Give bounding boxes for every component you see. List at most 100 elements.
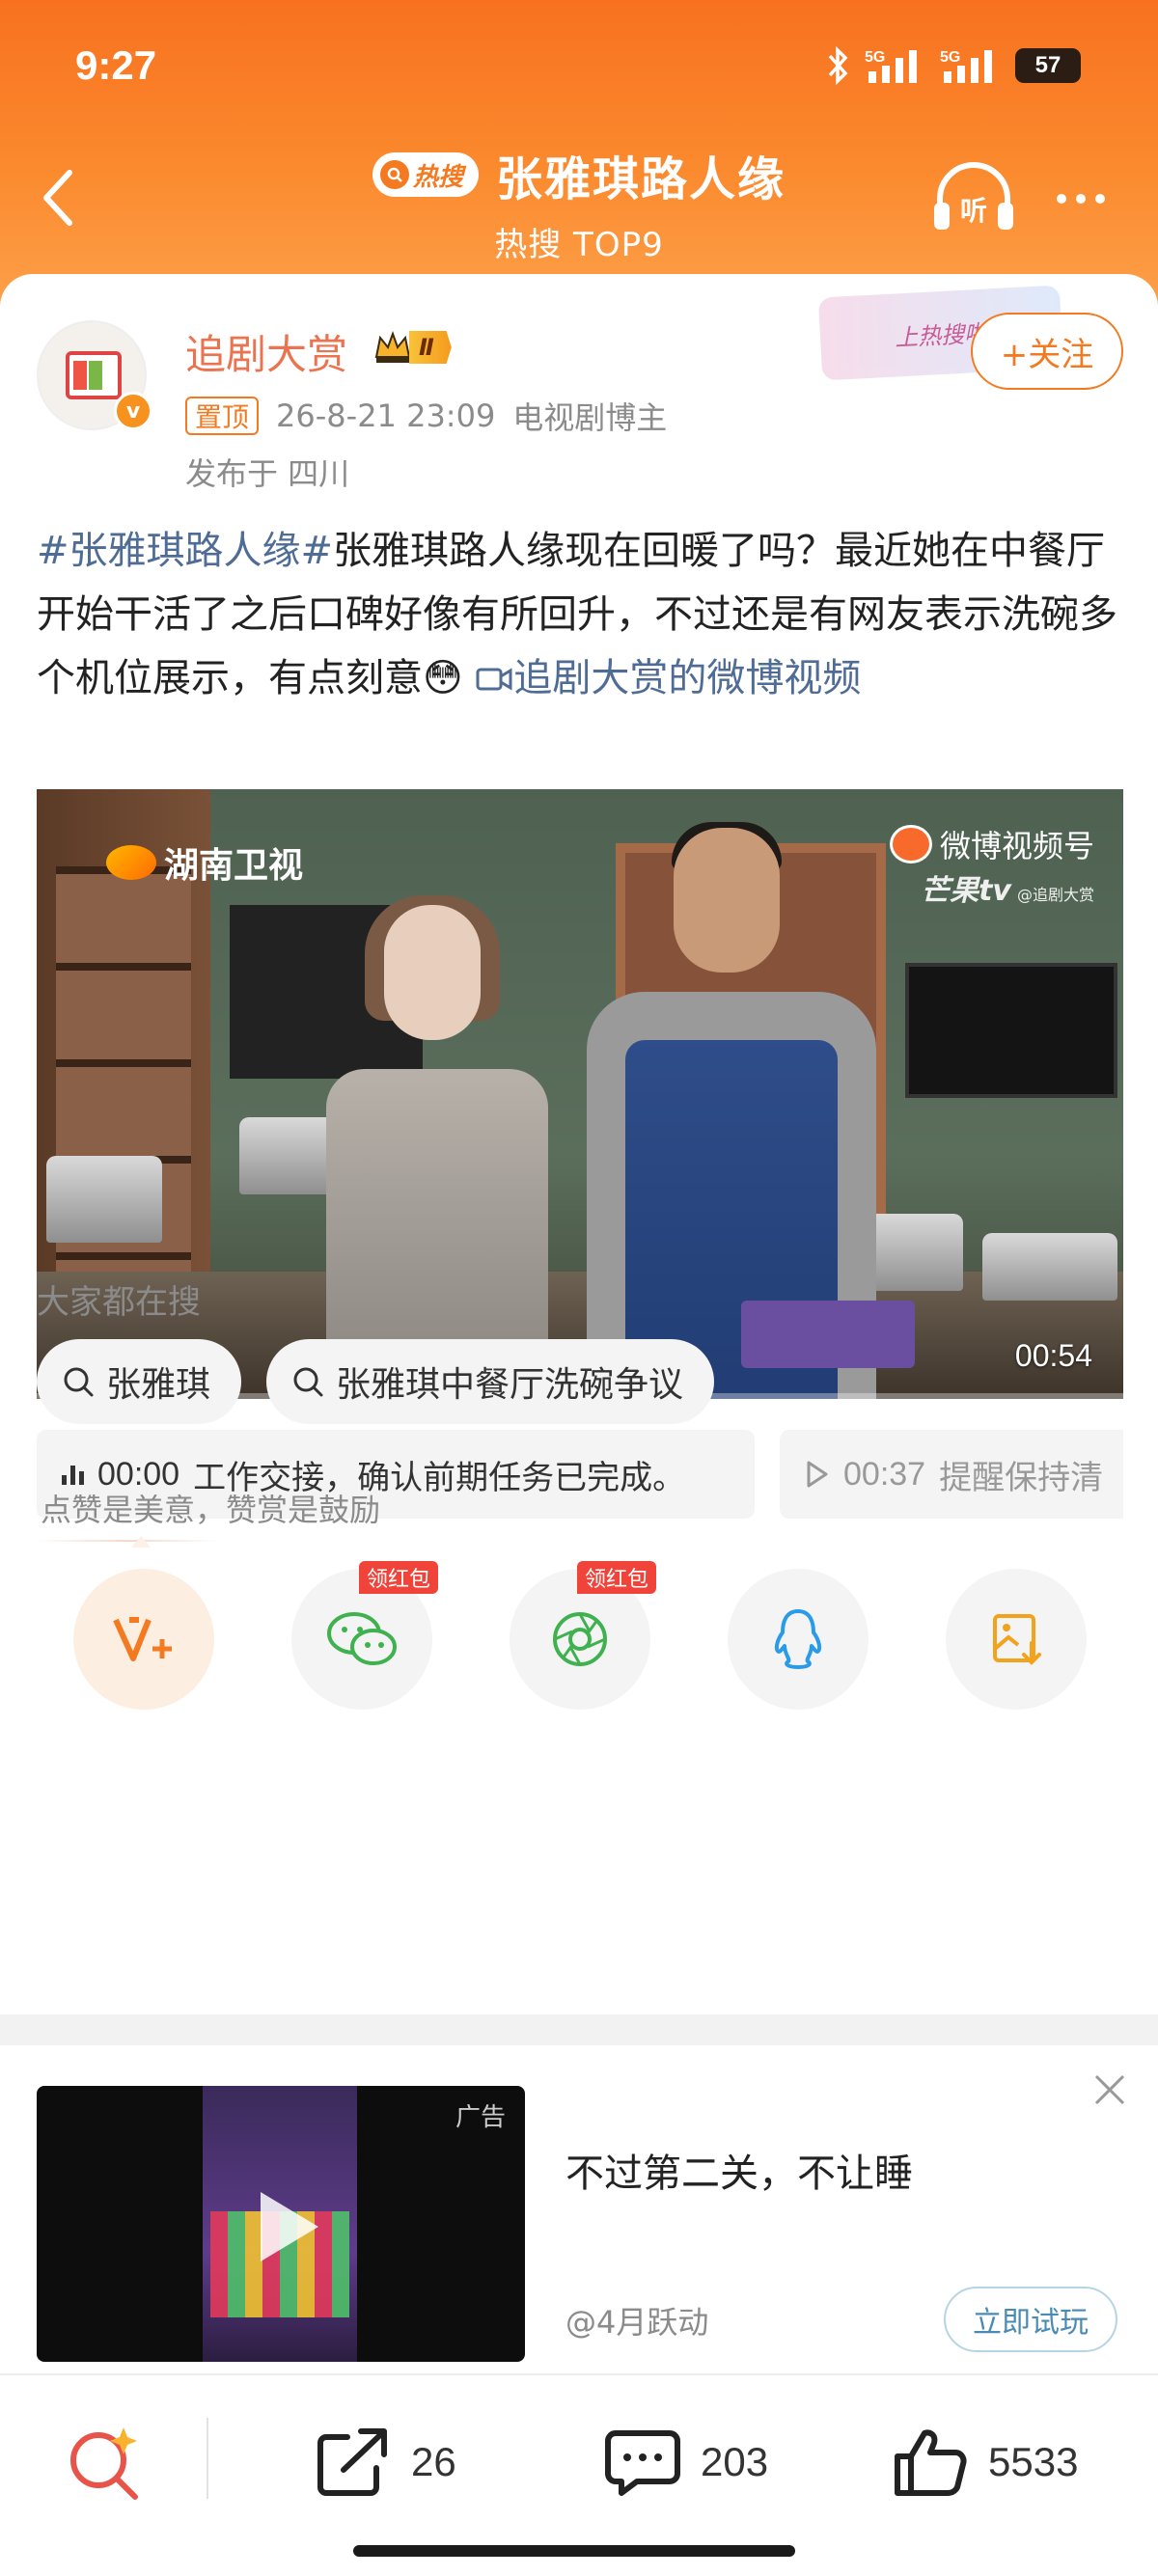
search-icon: [293, 1367, 323, 1397]
bottom-action-bar: 26 203 5533: [0, 2373, 1158, 2576]
ad-cta-button[interactable]: 立即试玩: [944, 2287, 1117, 2352]
ad-video-thumbnail[interactable]: 广告: [37, 2086, 525, 2362]
red-packet-tag: 领红包: [359, 1561, 439, 1594]
play-icon: [807, 1461, 828, 1488]
related-search-heading: 大家都在搜: [37, 1283, 201, 1322]
status-bar: 9:27 5G 5G 57: [0, 0, 1158, 135]
ad-source: @4月跃动: [565, 2304, 709, 2341]
hunan-tv-logo-text: 湖南卫视: [164, 846, 304, 886]
reward-prompt: 点赞是美意，赞赏是鼓励: [41, 1492, 381, 1528]
wechat-icon: [327, 1612, 397, 1665]
page-title: 张雅琪路人缘: [496, 152, 786, 206]
more-dot-icon: [1095, 194, 1105, 204]
search-icon: [64, 1367, 94, 1397]
post-body: #张雅琪路人缘#张雅琪路人缘现在回暖了吗？最近她在中餐厅开始干活了之后口碑好像有…: [37, 519, 1127, 710]
video-scene-basket: [741, 1301, 915, 1368]
signal-label-2: 5G: [940, 49, 960, 66]
hot-search-icon[interactable]: [64, 2422, 145, 2503]
related-search-chips: 张雅琪 张雅琪中餐厅洗碗争议: [37, 1339, 715, 1424]
thumbs-up-icon: [895, 2429, 967, 2496]
share-row: 领红包 领红包: [0, 1561, 1158, 1713]
reward-v-icon: [113, 1617, 172, 1661]
red-packet-tag: 领红包: [577, 1561, 657, 1594]
watermark-title: 微博视频号: [939, 828, 1094, 864]
status-icons: 5G 5G 57: [826, 44, 1081, 87]
close-icon[interactable]: [1090, 2070, 1129, 2109]
search-chip-label: 张雅琪中餐厅洗碗争议: [336, 1365, 684, 1405]
share-wechat-button[interactable]: 领红包: [291, 1561, 439, 1710]
share-qq-button[interactable]: [728, 1569, 868, 1710]
section-divider: [0, 2014, 1158, 2045]
like-count: 5533: [988, 2439, 1079, 2484]
hunan-tv-logo: 湖南卫视: [106, 837, 303, 888]
tv-logo-icon: [66, 351, 122, 399]
ad-label: 广告: [455, 2103, 506, 2132]
bluetooth-icon: [828, 46, 848, 85]
author-role: 电视剧博主: [512, 399, 668, 436]
comment-icon: [605, 2430, 680, 2496]
play-icon: [261, 2192, 318, 2261]
hot-search-tag: 热搜: [372, 152, 479, 197]
cellular-signal-icon-2: 5G: [940, 49, 992, 83]
nav-bar: 热搜 张雅琪路人缘 热搜 TOP9 听: [0, 135, 1158, 264]
chapter-text: 提醒保持清: [939, 1458, 1104, 1497]
more-dot-icon: [1076, 194, 1086, 204]
ad-title[interactable]: 不过第二关，不让睡: [565, 2142, 913, 2198]
comment-button[interactable]: 203: [604, 2424, 768, 2501]
battery-indicator: 57: [1015, 48, 1081, 83]
pinned-tag: 置顶: [185, 397, 260, 435]
video-scene-tv: [905, 963, 1117, 1098]
follow-button[interactable]: +关注: [971, 313, 1123, 390]
chapter-item[interactable]: 00:37 提醒保持清: [780, 1430, 1123, 1519]
video-link[interactable]: 追剧大赏的微博视频: [475, 656, 861, 700]
video-person-woman: [326, 895, 548, 1399]
video-scene-pot: [982, 1233, 1117, 1301]
search-chip[interactable]: 张雅琪: [37, 1339, 242, 1424]
hot-search-tag-label: 热搜: [412, 162, 463, 192]
reward-pointer: [131, 1536, 151, 1548]
hunan-tv-logo-icon: [106, 845, 156, 880]
vip-level: Ⅱ: [409, 331, 452, 364]
ad-card[interactable]: 广告 不过第二关，不让睡 @4月跃动 立即试玩: [0, 2045, 1158, 2362]
share-icon: [317, 2428, 387, 2496]
repost-count: 26: [411, 2439, 456, 2484]
weibo-logo-icon: [889, 825, 932, 863]
more-dot-icon: [1057, 194, 1066, 204]
repost-button[interactable]: 26: [315, 2424, 456, 2501]
video-scene-pot: [46, 1156, 162, 1243]
chapter-time: 00:37: [843, 1455, 926, 1493]
topic-link[interactable]: #张雅琪路人缘#: [37, 529, 333, 573]
watermark-uploader: @追剧大赏: [1016, 886, 1094, 904]
verified-badge: v: [114, 392, 152, 430]
bottom-bar-separator: [207, 2418, 208, 2499]
save-image-icon: [993, 1614, 1041, 1665]
share-moments-button[interactable]: 领红包: [510, 1561, 657, 1710]
mango-tv-logo: 芒果tv: [921, 874, 1011, 908]
listen-button[interactable]: 听: [930, 160, 1017, 237]
more-button[interactable]: [1042, 160, 1119, 237]
video-link-icon: [476, 668, 512, 691]
reward-underline: [37, 1540, 220, 1542]
crown-icon: [374, 331, 411, 363]
status-time: 9:27: [75, 42, 157, 88]
cellular-signal-icon: 5G: [865, 49, 917, 83]
comment-count: 203: [701, 2439, 769, 2484]
weibo-video-watermark: 微博视频号 芒果tv @追剧大赏: [889, 822, 1094, 909]
reward-button[interactable]: [73, 1569, 214, 1710]
search-chip[interactable]: 张雅琪中餐厅洗碗争议: [266, 1339, 715, 1424]
post-card: v 追剧大赏 Ⅱ 上热搜啦 +关注 置顶 26-8-21 23:09 电视剧博主…: [0, 274, 1158, 2011]
post-time: 26-8-21 23:09: [276, 397, 496, 434]
video-link-label: 追剧大赏的微博视频: [513, 656, 862, 700]
vip-badge: Ⅱ: [372, 328, 452, 367]
author-name[interactable]: 追剧大赏: [185, 322, 347, 381]
save-image-button[interactable]: [946, 1569, 1087, 1710]
home-indicator[interactable]: [353, 2545, 795, 2557]
post-meta: 置顶 26-8-21 23:09 电视剧博主: [185, 394, 667, 438]
like-button[interactable]: 5533: [892, 2424, 1078, 2501]
video-duration: 00:54: [1014, 1338, 1092, 1373]
listen-label: 听: [960, 195, 987, 227]
search-icon: [379, 160, 409, 189]
playing-bars-icon: [62, 1464, 84, 1485]
moments-icon: [553, 1612, 607, 1666]
post-location: 发布于 四川: [185, 455, 350, 492]
